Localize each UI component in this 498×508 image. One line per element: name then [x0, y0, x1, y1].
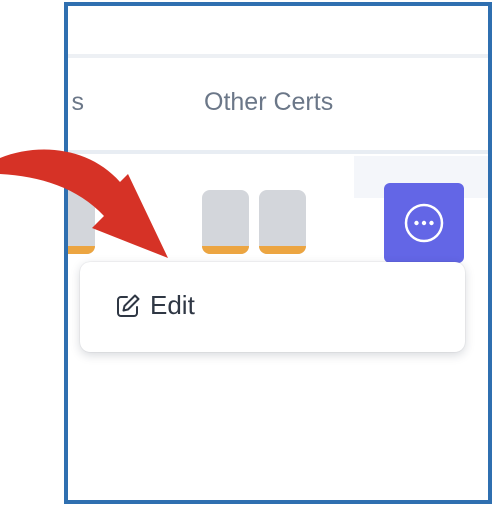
ellipsis-circle-icon	[404, 203, 444, 243]
cert-status-bar	[202, 246, 249, 254]
cert-badge[interactable]	[202, 190, 249, 254]
divider	[68, 150, 488, 154]
cert-status-bar	[68, 246, 95, 254]
screenshot-stage: s Other Certs Edit	[0, 0, 498, 508]
column-header-previous: s	[71, 88, 85, 116]
pencil-square-icon	[117, 294, 140, 317]
cert-status-bar	[259, 246, 306, 254]
menu-item-label: Edit	[150, 290, 195, 320]
menu-item-edit[interactable]: Edit	[114, 290, 195, 321]
more-actions-button[interactable]	[384, 183, 464, 263]
cert-badge[interactable]	[68, 190, 95, 254]
highlight-frame: s Other Certs Edit	[64, 2, 492, 504]
actions-dropdown-menu: Edit	[80, 262, 465, 352]
cert-badge[interactable]	[259, 190, 306, 254]
column-header-other-certs: Other Certs	[204, 88, 334, 116]
